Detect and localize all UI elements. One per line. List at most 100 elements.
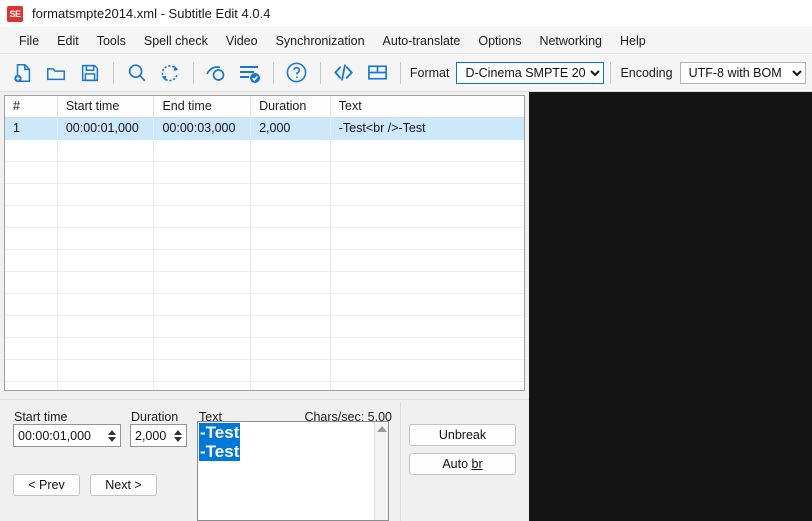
- column-header-text[interactable]: Text: [331, 96, 524, 117]
- cell-empty: [331, 360, 524, 382]
- cell-empty: [5, 162, 58, 184]
- table-row-empty[interactable]: [5, 206, 524, 228]
- cell-number: 1: [5, 118, 58, 140]
- auto-br-label-prefix: Auto: [442, 457, 471, 471]
- menu-item-tools[interactable]: Tools: [88, 31, 135, 51]
- encoding-dropdown[interactable]: UTF-8 with BOM: [680, 62, 806, 84]
- cell-empty: [5, 360, 58, 382]
- table-row-empty[interactable]: [5, 382, 524, 391]
- format-label: Format: [410, 66, 450, 80]
- start-time-input[interactable]: [14, 428, 104, 444]
- scroll-up-arrow-icon[interactable]: [377, 426, 387, 432]
- menu-item-synchronization[interactable]: Synchronization: [267, 31, 374, 51]
- table-row[interactable]: 1 00:00:01,000 00:00:03,000 2,000 -Test<…: [5, 118, 524, 140]
- duration-field[interactable]: [130, 424, 187, 447]
- text-editor-scrollbar[interactable]: [374, 422, 388, 520]
- cell-empty: [331, 338, 524, 360]
- cell-empty: [5, 272, 58, 294]
- table-row-empty[interactable]: [5, 272, 524, 294]
- subtitle-text-editor[interactable]: -Test-Test: [197, 421, 389, 521]
- table-row-empty[interactable]: [5, 316, 524, 338]
- cell-empty: [331, 228, 524, 250]
- cell-end-time: 00:00:03,000: [154, 118, 251, 140]
- duration-stepper[interactable]: [170, 425, 186, 446]
- unbreak-button[interactable]: Unbreak: [409, 424, 516, 446]
- toolbar-separator: [113, 62, 114, 84]
- cell-empty: [331, 206, 524, 228]
- table-row-empty[interactable]: [5, 360, 524, 382]
- auto-br-button[interactable]: Auto br: [409, 453, 516, 475]
- column-header-start-time[interactable]: Start time: [58, 96, 155, 117]
- save-floppy-icon[interactable]: [75, 58, 105, 88]
- prev-button[interactable]: < Prev: [13, 474, 80, 496]
- source-code-icon[interactable]: [329, 58, 359, 88]
- menu-item-options[interactable]: Options: [469, 31, 530, 51]
- video-preview-panel[interactable]: [529, 92, 812, 521]
- subtitle-text-content[interactable]: -Test-Test: [198, 422, 388, 461]
- format-dropdown[interactable]: D-Cinema SMPTE 201...: [456, 62, 604, 84]
- start-time-field[interactable]: [13, 424, 121, 447]
- menu-item-auto-translate[interactable]: Auto-translate: [374, 31, 470, 51]
- column-header-end-time[interactable]: End time: [154, 96, 251, 117]
- replace-sync-icon[interactable]: [155, 58, 185, 88]
- cell-empty: [154, 360, 251, 382]
- table-row-empty[interactable]: [5, 184, 524, 206]
- cell-empty: [58, 140, 155, 162]
- chevron-up-icon[interactable]: [174, 430, 182, 435]
- cell-empty: [251, 360, 331, 382]
- cell-empty: [5, 206, 58, 228]
- start-time-label: Start time: [14, 410, 68, 424]
- cell-empty: [5, 338, 58, 360]
- cell-empty: [5, 382, 58, 391]
- next-button[interactable]: Next >: [90, 474, 157, 496]
- search-icon[interactable]: [122, 58, 152, 88]
- toolbar-separator: [273, 62, 274, 84]
- start-time-stepper[interactable]: [104, 425, 120, 446]
- cell-empty: [5, 140, 58, 162]
- cell-empty: [58, 360, 155, 382]
- text-editor-line-text: -Test: [199, 423, 240, 442]
- column-header-number[interactable]: #: [5, 96, 58, 117]
- cell-empty: [154, 316, 251, 338]
- visual-sync-eye-icon[interactable]: [202, 58, 232, 88]
- subtitle-list-view[interactable]: # Start time End time Duration Text 1 00…: [4, 95, 525, 391]
- table-row-empty[interactable]: [5, 338, 524, 360]
- spell-check-list-icon[interactable]: [236, 58, 266, 88]
- chevron-down-icon[interactable]: [174, 437, 182, 442]
- menu-item-spell-check[interactable]: Spell check: [135, 31, 217, 51]
- cell-empty: [154, 338, 251, 360]
- cell-duration: 2,000: [251, 118, 331, 140]
- cell-empty: [58, 250, 155, 272]
- table-row-empty[interactable]: [5, 140, 524, 162]
- menu-item-video[interactable]: Video: [217, 31, 267, 51]
- cell-empty: [251, 316, 331, 338]
- cell-empty: [331, 294, 524, 316]
- cell-empty: [5, 294, 58, 316]
- cell-text: -Test<br />-Test: [331, 118, 524, 140]
- empty-rows-area[interactable]: [5, 140, 524, 391]
- chevron-up-icon[interactable]: [108, 430, 116, 435]
- layout-panels-icon[interactable]: [362, 58, 392, 88]
- cell-empty: [251, 162, 331, 184]
- table-row-empty[interactable]: [5, 294, 524, 316]
- menu-item-edit[interactable]: Edit: [48, 31, 88, 51]
- chevron-down-icon[interactable]: [108, 437, 116, 442]
- cell-empty: [251, 382, 331, 391]
- menu-item-file[interactable]: File: [10, 31, 48, 51]
- toolbar-separator: [610, 62, 611, 84]
- column-header-duration[interactable]: Duration: [251, 96, 331, 117]
- auto-br-label-accel: br: [472, 457, 483, 471]
- open-folder-icon[interactable]: [42, 58, 72, 88]
- menu-item-networking[interactable]: Networking: [530, 31, 611, 51]
- list-header-row: # Start time End time Duration Text: [5, 96, 524, 118]
- table-row-empty[interactable]: [5, 228, 524, 250]
- text-editor-line: -Test: [199, 442, 388, 461]
- duration-input[interactable]: [131, 428, 170, 444]
- new-file-icon[interactable]: [8, 58, 38, 88]
- cell-empty: [331, 184, 524, 206]
- help-question-icon[interactable]: [282, 58, 312, 88]
- table-row-empty[interactable]: [5, 250, 524, 272]
- table-row-empty[interactable]: [5, 162, 524, 184]
- cell-empty: [154, 184, 251, 206]
- menu-item-help[interactable]: Help: [611, 31, 655, 51]
